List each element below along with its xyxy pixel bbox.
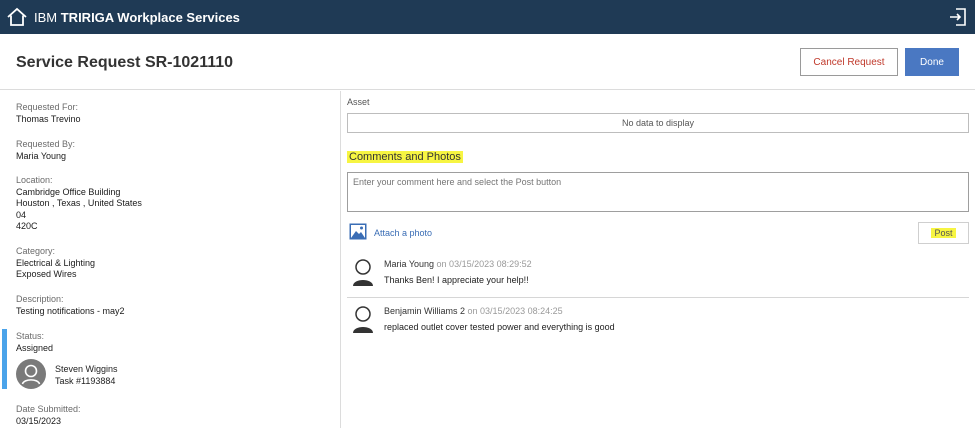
description-label: Description: (16, 294, 64, 304)
brand-name: TRIRIGA Workplace Services (60, 10, 240, 25)
assignee-info: Steven Wiggins Task #1193884 (55, 363, 118, 387)
exit-icon[interactable] (948, 7, 968, 27)
cancel-request-button[interactable]: Cancel Request (800, 48, 898, 76)
app-bar: IBM TRIRIGA Workplace Services (0, 0, 975, 34)
asset-empty-state: No data to display (347, 113, 969, 133)
assignee-name: Steven Wiggins (55, 364, 118, 374)
category-field: Category: Electrical & Lighting Exposed … (16, 246, 95, 281)
page-title: Service Request SR-1021110 (16, 54, 234, 71)
activity-panel: Asset No data to display Comments and Ph… (342, 91, 975, 428)
requested-by-label: Requested By: (16, 139, 76, 149)
description-value: Testing notifications - may2 (16, 305, 125, 316)
photo-icon[interactable] (349, 223, 367, 240)
requested-by-value: Maria Young (16, 150, 67, 161)
requested-by-field: Requested By: Maria Young (16, 139, 75, 162)
location-city: Houston , Texas , United States (16, 198, 142, 208)
post-button[interactable]: Post (918, 222, 969, 244)
comment-divider (347, 297, 969, 298)
requested-for-field: Requested For: Thomas Trevino (16, 102, 81, 125)
comments-section-title: Comments and Photos (347, 151, 463, 163)
comment-timestamp: on 03/15/2023 08:24:25 (465, 306, 563, 316)
category-label: Category: (16, 246, 56, 256)
comment-timestamp: on 03/15/2023 08:29:52 (434, 259, 532, 269)
category-secondary: Exposed Wires (16, 269, 77, 279)
status-field: Status: Assigned (16, 331, 53, 354)
comment-author: Benjamin Williams 2 (384, 306, 466, 316)
category-primary: Electrical & Lighting (16, 257, 96, 268)
commenter-avatar-icon (353, 259, 373, 286)
date-submitted-value: 03/15/2023 (16, 415, 62, 426)
comment-text: Thanks Ben! I appreciate your help!! (384, 275, 529, 285)
status-label: Status: (16, 331, 45, 341)
assignee-task: Task #1193884 (55, 376, 116, 386)
date-submitted-label: Date Submitted: (16, 404, 81, 414)
comment-input[interactable] (347, 172, 969, 212)
location-building: Cambridge Office Building (16, 186, 121, 197)
comment-meta: Maria Young on 03/15/2023 08:29:52 (384, 259, 532, 269)
description-field: Description: Testing notifications - may… (16, 294, 125, 317)
requested-for-label: Requested For: (16, 102, 79, 112)
comment-meta: Benjamin Williams 2 on 03/15/2023 08:24:… (384, 306, 563, 316)
page-header: Service Request SR-1021110 Cancel Reques… (0, 34, 975, 90)
requested-for-value: Thomas Trevino (16, 113, 81, 124)
request-details-panel: Requested For: Thomas Trevino Requested … (0, 91, 341, 428)
app-brand: IBM TRIRIGA Workplace Services (34, 10, 240, 25)
location-room: 420C (16, 221, 38, 231)
user-avatar-icon (16, 359, 46, 389)
brand-prefix: IBM (34, 10, 61, 25)
location-label: Location: (16, 175, 53, 185)
attach-photo-link[interactable]: Attach a photo (374, 228, 432, 238)
date-submitted-field: Date Submitted: 03/15/2023 (16, 404, 81, 427)
post-button-label: Post (931, 228, 956, 238)
done-button[interactable]: Done (905, 48, 959, 76)
asset-label: Asset (347, 97, 370, 107)
comment-author: Maria Young (384, 259, 435, 269)
status-value: Assigned (16, 342, 54, 353)
home-icon[interactable] (6, 7, 28, 27)
comment-text: replaced outlet cover tested power and e… (384, 322, 615, 332)
status-accent-bar (2, 329, 7, 389)
location-field: Location: Cambridge Office Building Hous… (16, 175, 142, 233)
commenter-avatar-icon (353, 306, 373, 333)
location-floor: 04 (16, 209, 27, 220)
